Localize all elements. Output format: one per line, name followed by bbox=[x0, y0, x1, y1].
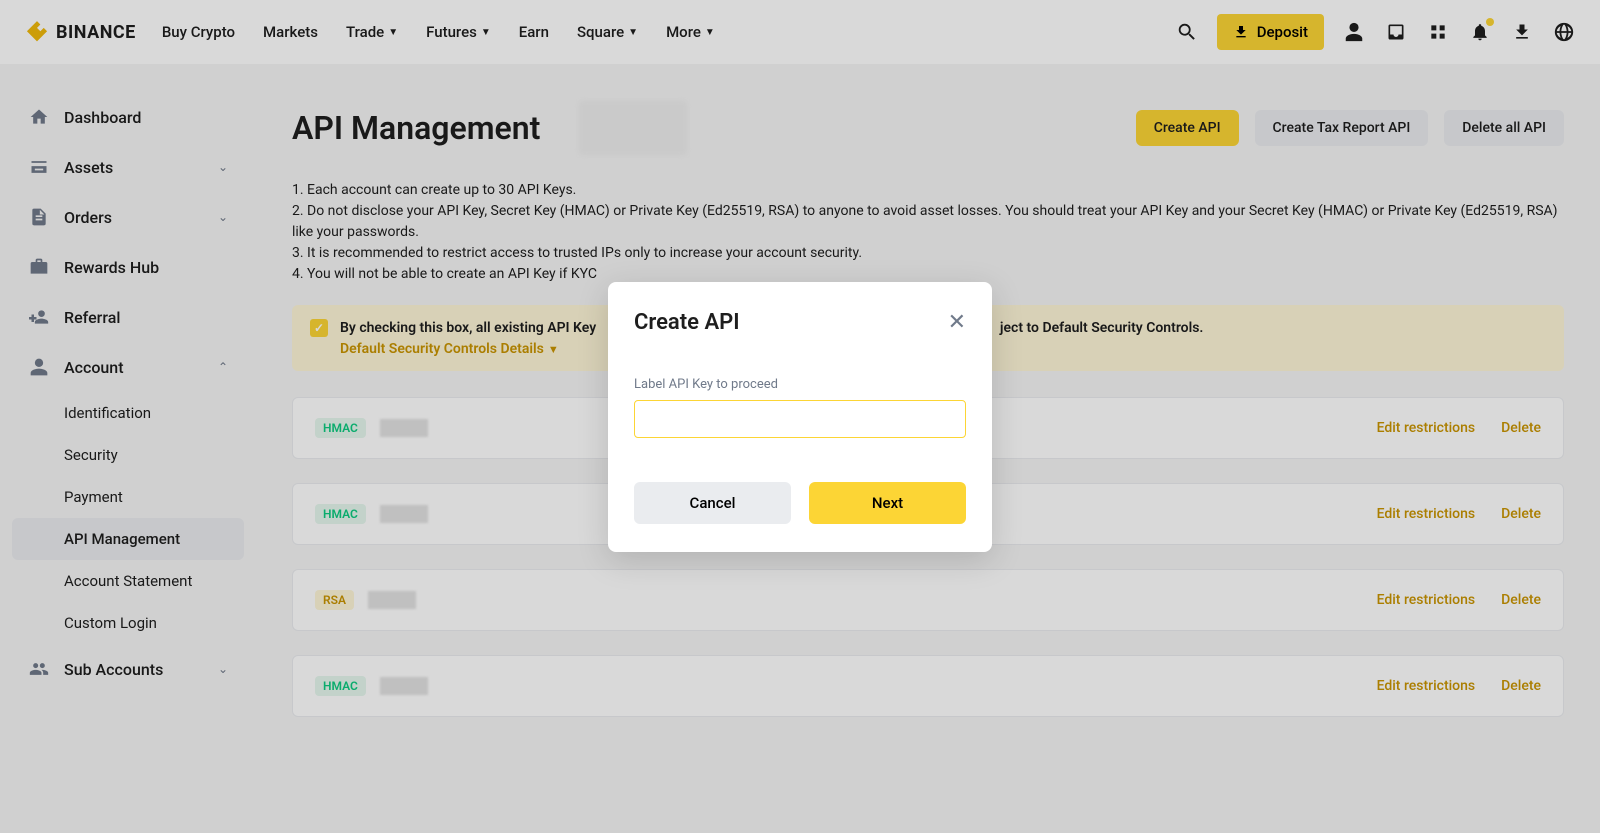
modal-title: Create API bbox=[634, 310, 740, 335]
modal-overlay[interactable]: Create API ✕ Label API Key to proceed Ca… bbox=[0, 0, 1600, 833]
api-label-field-label: Label API Key to proceed bbox=[634, 377, 966, 392]
api-label-input[interactable] bbox=[634, 400, 966, 438]
cancel-button[interactable]: Cancel bbox=[634, 482, 791, 524]
next-button[interactable]: Next bbox=[809, 482, 966, 524]
close-icon[interactable]: ✕ bbox=[948, 310, 966, 335]
create-api-modal: Create API ✕ Label API Key to proceed Ca… bbox=[608, 282, 992, 552]
